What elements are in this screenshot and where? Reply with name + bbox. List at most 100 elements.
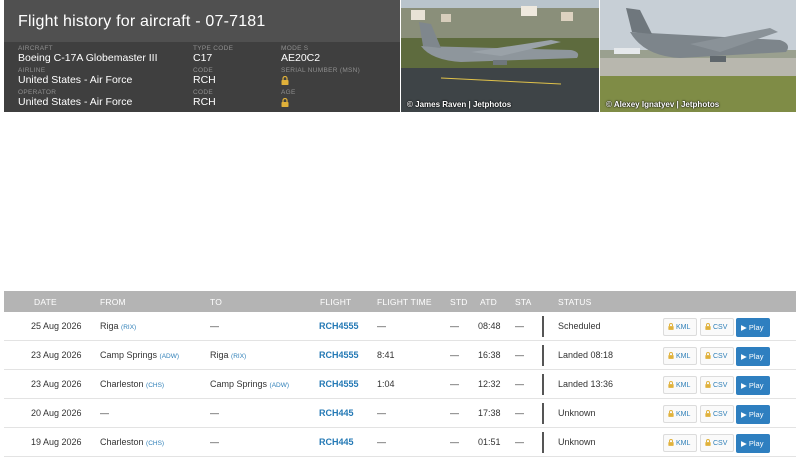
origin: Riga (RIX) (100, 321, 136, 331)
destination-code[interactable]: (ADW) (270, 382, 290, 389)
destination: — (210, 408, 219, 418)
origin-city: Camp Springs (100, 350, 158, 360)
std: — (450, 321, 459, 331)
origin-code[interactable]: (CHS) (146, 440, 164, 447)
lock-icon (705, 410, 711, 417)
status-divider (542, 374, 544, 395)
table-row[interactable]: 20 Aug 2026 — — RCH445 — — 17:38 — Unknown KML C… (4, 399, 796, 428)
flight-date: 23 Aug 2026 (31, 379, 82, 389)
origin: Charleston (CHS) (100, 379, 164, 389)
aircraft-photo[interactable]: © Alexey Ignatyev | Jetphotos (600, 0, 796, 112)
kml-label: KML (676, 440, 691, 447)
origin-code[interactable]: (CHS) (146, 382, 164, 389)
origin-city: — (100, 408, 109, 418)
flight-number-link[interactable]: RCH4555 (319, 321, 359, 331)
photo-credit: © Alexey Ignatyev | Jetphotos (606, 100, 720, 109)
table-row[interactable]: 23 Aug 2026 Charleston (CHS) Camp Springs … (4, 370, 796, 399)
play-button[interactable]: ▶ Play (736, 376, 770, 395)
lock-icon (668, 323, 674, 330)
aircraft-photo[interactable]: © James Raven | Jetphotos (401, 0, 599, 112)
csv-label: CSV (713, 382, 728, 389)
aircraft-photo-image (401, 0, 599, 112)
age-label: AGE (281, 89, 296, 96)
status-divider (542, 432, 544, 453)
std: — (450, 350, 459, 360)
aircraft-value: Boeing C-17A Globemaster III (18, 52, 158, 64)
lock-icon (668, 439, 674, 446)
csv-label: CSV (713, 353, 728, 360)
airline-value: United States - Air Force (18, 74, 133, 86)
flight-status: Landed 08:18 (558, 350, 614, 360)
csv-download-button[interactable]: CSV (700, 434, 734, 452)
flight-status: Scheduled (558, 321, 601, 331)
csv-label: CSV (713, 324, 728, 331)
kml-download-button[interactable]: KML (663, 405, 697, 423)
column-sta[interactable]: STA (515, 297, 532, 307)
sta: — (515, 408, 524, 418)
column-flight[interactable]: FLIGHT (320, 297, 351, 307)
column-atd[interactable]: ATD (480, 297, 497, 307)
lock-icon[interactable] (281, 76, 289, 85)
kml-download-button[interactable]: KML (663, 318, 697, 336)
destination-city: Camp Springs (210, 379, 268, 389)
play-button[interactable]: ▶ Play (736, 318, 770, 337)
kml-download-button[interactable]: KML (663, 434, 697, 452)
destination-city: Riga (210, 350, 229, 360)
aircraft-header: Flight history for aircraft - 07-7181 AI… (4, 0, 400, 112)
type-code-value: C17 (193, 52, 213, 64)
flight-number-link[interactable]: RCH445 (319, 408, 354, 418)
csv-download-button[interactable]: CSV (700, 347, 734, 365)
mode-s-value: AE20C2 (281, 52, 321, 64)
flight-time: — (377, 321, 386, 331)
flight-number-link[interactable]: RCH4555 (319, 350, 359, 360)
column-status[interactable]: STATUS (558, 297, 591, 307)
table-row[interactable]: 19 Aug 2026 Charleston (CHS) — RCH445 — — 01:… (4, 428, 796, 457)
csv-download-button[interactable]: CSV (700, 376, 734, 394)
atd: 17:38 (478, 408, 501, 418)
atd: 16:38 (478, 350, 501, 360)
column-std[interactable]: STD (450, 297, 468, 307)
lock-icon (705, 381, 711, 388)
table-row[interactable]: 25 Aug 2026 Riga (RIX) — RCH4555 — — 08:48 — Sc… (4, 312, 796, 341)
kml-download-button[interactable]: KML (663, 376, 697, 394)
origin-code[interactable]: (ADW) (160, 353, 180, 360)
column-date[interactable]: DATE (34, 297, 57, 307)
lock-icon[interactable] (281, 98, 289, 107)
lock-icon (705, 439, 711, 446)
origin-code[interactable]: (RIX) (121, 324, 136, 331)
destination-city: — (210, 321, 219, 331)
play-button[interactable]: ▶ Play (736, 434, 770, 453)
operator-code-label: Code (193, 89, 213, 96)
operator-code-value: RCH (193, 96, 216, 108)
lock-icon (705, 323, 711, 330)
title-bar: Flight history for aircraft - 07-7181 (4, 0, 400, 42)
destination: — (210, 437, 219, 447)
aircraft-photo-image (600, 0, 796, 112)
airline-label: AIRLINE (18, 67, 46, 74)
sta: — (515, 350, 524, 360)
atd: 01:51 (478, 437, 501, 447)
flight-number-link[interactable]: RCH445 (319, 437, 354, 447)
column-from[interactable]: FROM (100, 297, 126, 307)
flight-number-link[interactable]: RCH4555 (319, 379, 359, 389)
column-to[interactable]: TO (210, 297, 222, 307)
destination-city: — (210, 437, 219, 447)
kml-download-button[interactable]: KML (663, 347, 697, 365)
column-flight-time[interactable]: FLIGHT TIME (377, 297, 432, 307)
play-button[interactable]: ▶ Play (736, 405, 770, 424)
serial-number-label: SERIAL NUMBER (MSN) (281, 67, 361, 74)
csv-download-button[interactable]: CSV (700, 405, 734, 423)
std: — (450, 408, 459, 418)
table-row[interactable]: 23 Aug 2026 Camp Springs (ADW) Riga (RIX) R… (4, 341, 796, 370)
aircraft-details: AIRCRAFT Boeing C-17A Globemaster III TY… (4, 42, 400, 112)
flight-time: 8:41 (377, 350, 395, 360)
table-header: DATE FROM TO FLIGHT FLIGHT TIME STD ATD … (4, 291, 796, 312)
flight-history-table: DATE FROM TO FLIGHT FLIGHT TIME STD ATD … (4, 291, 796, 461)
destination-code[interactable]: (RIX) (231, 353, 246, 360)
std: — (450, 437, 459, 447)
flight-date: 25 Aug 2026 (31, 321, 82, 331)
play-button[interactable]: ▶ Play (736, 347, 770, 366)
origin: — (100, 408, 109, 418)
airline-code-label: Code (193, 67, 213, 74)
csv-download-button[interactable]: CSV (700, 318, 734, 336)
